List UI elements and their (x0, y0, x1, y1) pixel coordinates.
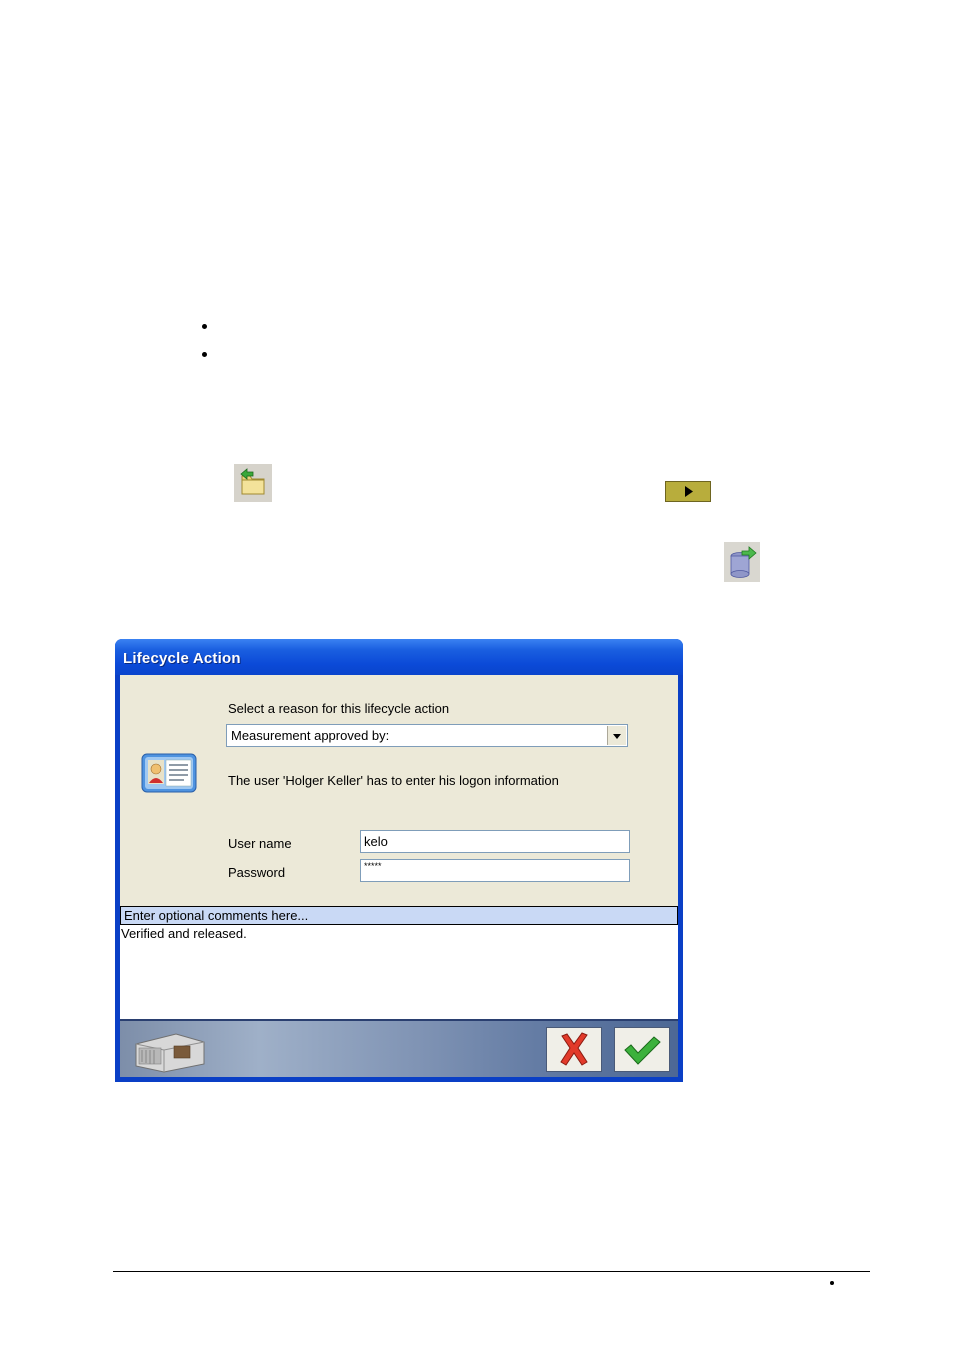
user-message: The user 'Holger Keller' has to enter hi… (228, 773, 559, 788)
play-arrow-icon (665, 481, 711, 502)
password-value: ***** (364, 861, 382, 871)
comments-textarea[interactable]: Verified and released. (120, 925, 678, 1019)
user-card-icon (140, 748, 198, 798)
password-field[interactable]: ***** (360, 859, 630, 882)
ok-button[interactable] (614, 1027, 670, 1072)
folder-back-icon (234, 464, 272, 502)
chevron-down-icon[interactable] (607, 726, 626, 745)
username-value: kelo (364, 834, 388, 849)
close-icon (560, 1032, 588, 1066)
dialog-footer (120, 1019, 678, 1077)
reason-label: Select a reason for this lifecycle actio… (228, 701, 450, 716)
cancel-button[interactable] (546, 1027, 602, 1072)
comments-value: Verified and released. (121, 926, 247, 941)
checkmark-icon (624, 1036, 661, 1065)
lifecycle-action-dialog: Lifecycle Action Select a reason for thi… (115, 639, 683, 1082)
footer-rule (113, 1271, 870, 1272)
bullet-point (202, 324, 207, 329)
bullet-point (202, 352, 207, 357)
footer-bullet (830, 1281, 834, 1285)
username-field[interactable]: kelo (360, 830, 630, 853)
comments-header: Enter optional comments here... (120, 906, 678, 925)
dialog-title: Lifecycle Action (123, 650, 241, 667)
username-label: User name (228, 836, 292, 851)
database-export-icon (724, 542, 760, 582)
comments-placeholder: Enter optional comments here... (124, 908, 309, 923)
reason-dropdown[interactable]: Measurement approved by: (226, 724, 628, 747)
instrument-icon (130, 1026, 210, 1074)
dialog-title-bar[interactable]: Lifecycle Action (115, 639, 683, 675)
dialog-body: Select a reason for this lifecycle actio… (120, 675, 678, 1077)
password-label: Password (228, 865, 286, 880)
reason-selected-value: Measurement approved by: (231, 728, 390, 743)
